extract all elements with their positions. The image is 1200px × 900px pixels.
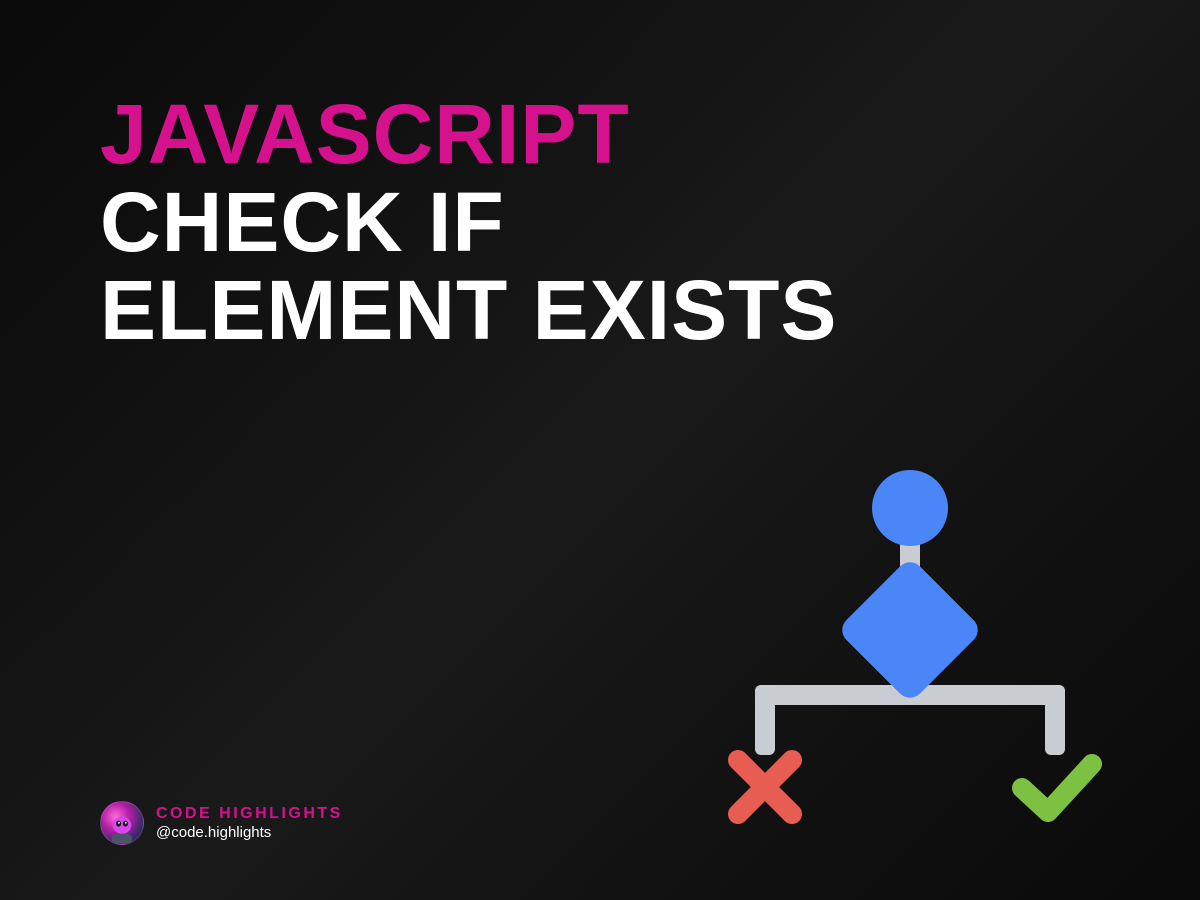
- title-line-1: JAVASCRIPT: [100, 90, 837, 178]
- x-mark-icon: [738, 760, 792, 814]
- avatar-mascot-icon: [105, 810, 139, 844]
- title-block: JAVASCRIPT CHECK IF ELEMENT EXISTS: [100, 90, 837, 355]
- attribution: CODE HIGHLIGHTS @code.highlights: [100, 801, 343, 845]
- flowchart-start-circle-icon: [872, 470, 948, 546]
- connector-right-down-icon: [1045, 685, 1065, 755]
- title-line-2: CHECK IF: [100, 178, 837, 266]
- title-line-3: ELEMENT EXISTS: [100, 266, 837, 354]
- connector-left-down-icon: [755, 685, 775, 755]
- brand-name: CODE HIGHLIGHTS: [156, 804, 343, 823]
- social-handle: @code.highlights: [156, 824, 343, 842]
- flowchart-decision-diamond-icon: [836, 556, 983, 703]
- flowchart-diagram: [700, 460, 1120, 840]
- check-mark-icon: [1022, 764, 1092, 812]
- avatar: [100, 801, 144, 845]
- attribution-text: CODE HIGHLIGHTS @code.highlights: [156, 804, 343, 841]
